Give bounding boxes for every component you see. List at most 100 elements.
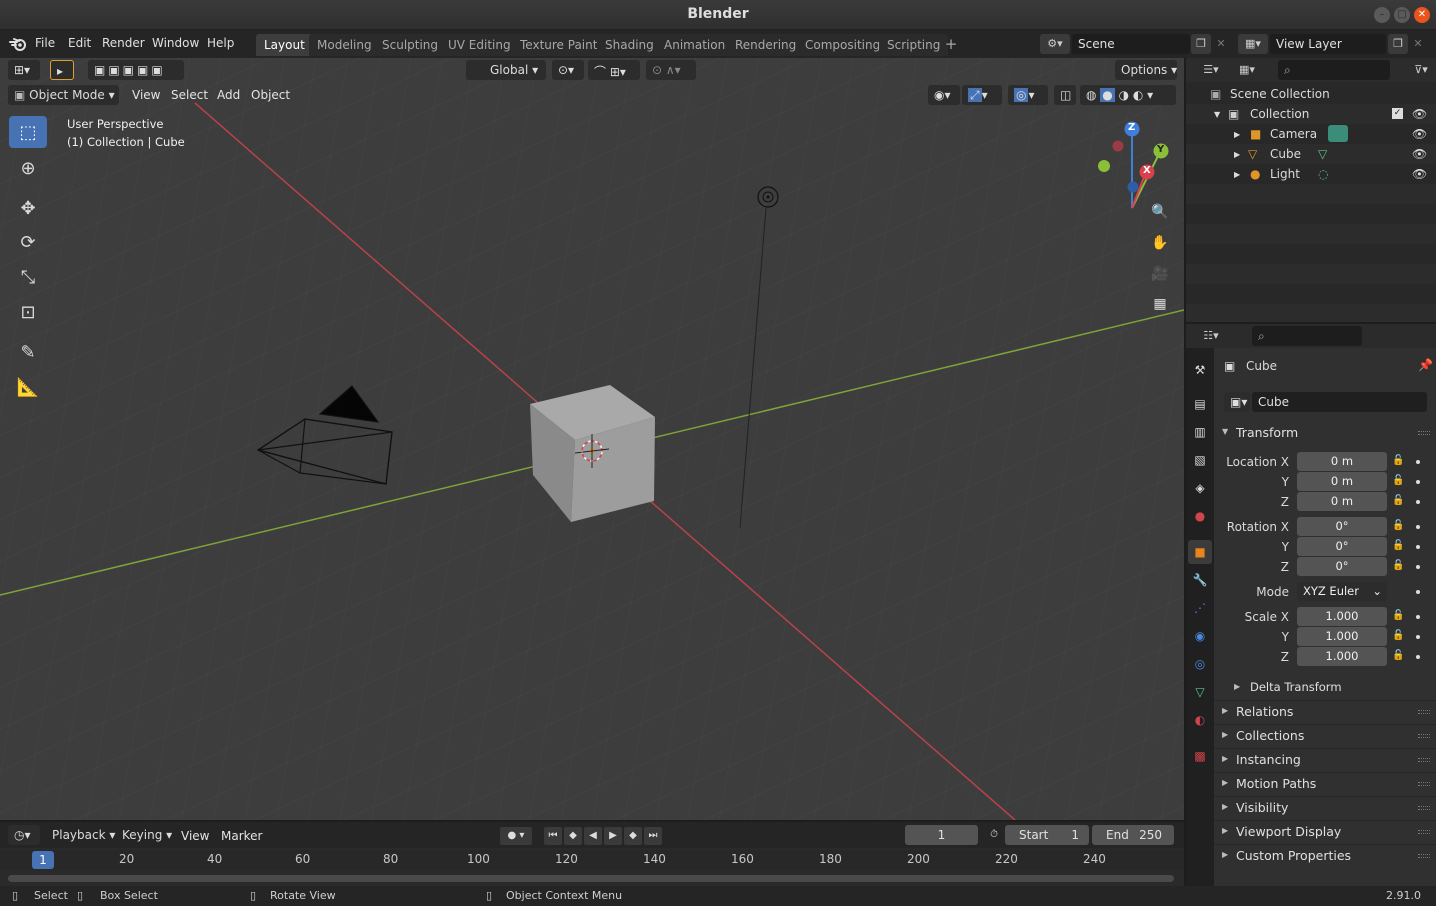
delete-view-layer-icon[interactable]: ✕ (1408, 34, 1428, 54)
viewport-canvas[interactable] (0, 58, 1184, 820)
display-mode-icon[interactable]: ▦▾ (1232, 60, 1262, 80)
start-frame-field[interactable]: Start 1 (1005, 825, 1089, 845)
physics-tab-icon[interactable]: ◉ (1188, 624, 1212, 648)
delta-transform-subpanel[interactable]: ▶ Delta Transform (1214, 677, 1436, 699)
eye-icon[interactable]: 👁 (1412, 147, 1427, 161)
expand-arrow-icon[interactable]: ▶ (1234, 170, 1240, 179)
menu-file[interactable]: File (35, 36, 55, 50)
tab-shading[interactable]: Shading (597, 34, 662, 56)
measure-tool-icon[interactable]: 📐 (9, 371, 47, 403)
timeline-editor-type-icon[interactable]: ◷▾ (8, 825, 40, 845)
particles-tab-icon[interactable]: ⋰ (1188, 596, 1212, 620)
location-z-field[interactable]: 0 m (1297, 492, 1387, 511)
material-tab-icon[interactable]: ◐ (1188, 708, 1212, 732)
pivot-point-icon[interactable]: ⊙▾ (552, 60, 584, 80)
delete-scene-icon[interactable]: ✕ (1211, 34, 1231, 54)
relations-panel-header[interactable]: ▶ Relations (1214, 700, 1436, 722)
snapping-icon[interactable]: ⌒ ⊞▾ (588, 60, 640, 80)
scene-tab-icon[interactable]: ◈ (1188, 476, 1212, 500)
view-layer-selector-icon[interactable]: ▦▾ (1238, 34, 1268, 54)
move-tool-icon[interactable]: ✥ (9, 192, 47, 224)
overlays-toggle-icon[interactable]: ◎ ▾ (1008, 85, 1048, 105)
outliner-search-input[interactable]: ⌕ (1278, 60, 1390, 80)
tool-tab-icon[interactable]: ⚒ (1188, 358, 1212, 382)
drag-handle-icon[interactable] (1418, 782, 1430, 786)
mode-dropdown[interactable]: ▣ Object Mode ▾ (8, 85, 119, 105)
output-tab-icon[interactable]: ▥ (1188, 420, 1212, 444)
motion-paths-panel-header[interactable]: ▶ Motion Paths (1214, 772, 1436, 794)
location-y-field[interactable]: 0 m (1297, 472, 1387, 491)
properties-editor-type-icon[interactable]: ☷▾ (1196, 326, 1226, 346)
menu-select[interactable]: Select (171, 88, 208, 102)
outliner-scene-collection[interactable]: ▣ Scene Collection (1186, 84, 1436, 104)
blender-logo-icon[interactable] (9, 36, 27, 52)
scene-name-field[interactable]: Scene (1072, 34, 1190, 54)
keyframe-dot[interactable] (1416, 460, 1420, 464)
playhead-frame[interactable]: 1 (32, 851, 54, 869)
keyframe-dot[interactable] (1416, 655, 1420, 659)
shading-modes-icon[interactable]: ◍ ● ◑ ◐ ▾ (1080, 85, 1176, 105)
properties-search-input[interactable]: ⌕ (1252, 326, 1362, 346)
outliner-item-cube[interactable]: ▶ ▽ Cube ▽ 👁 (1186, 144, 1436, 164)
outliner-collection[interactable]: ▼ ▣ Collection ✓ 👁 (1186, 104, 1436, 124)
select-box-tool-icon[interactable]: ⬚ (9, 116, 47, 148)
view-layer-field[interactable]: View Layer (1270, 34, 1386, 54)
outliner-item-camera[interactable]: ▶ ■ Camera 👁 (1186, 124, 1436, 144)
eye-icon[interactable]: 👁 (1412, 167, 1427, 181)
render-tab-icon[interactable]: ▤ (1188, 392, 1212, 416)
minimize-button[interactable]: – (1374, 7, 1390, 23)
lock-icon[interactable]: 🔓 (1392, 650, 1406, 663)
tab-animation[interactable]: Animation (656, 34, 734, 56)
stopwatch-icon[interactable]: ⏱ (985, 826, 1003, 844)
pan-hand-icon[interactable]: ✋ (1147, 230, 1173, 256)
scene-selector-icon[interactable]: ⚙▾ (1040, 34, 1070, 54)
add-workspace-button[interactable]: + (942, 36, 960, 52)
menu-object[interactable]: Object (251, 88, 290, 102)
tab-uv-editing[interactable]: UV Editing (440, 34, 519, 56)
outliner-editor-type-icon[interactable]: ☰▾ (1196, 60, 1226, 80)
texture-tab-icon[interactable]: ▩ (1188, 744, 1212, 768)
filter-icon[interactable]: ⊽▾ (1408, 60, 1434, 80)
drag-handle-icon[interactable] (1418, 758, 1430, 762)
drag-handle-icon[interactable] (1418, 830, 1430, 834)
transform-panel-header[interactable]: ▼ Transform (1214, 422, 1436, 444)
data-tab-icon[interactable]: ▽ (1188, 680, 1212, 704)
tab-modeling[interactable]: Modeling (309, 34, 380, 56)
keyframe-dot[interactable] (1416, 525, 1420, 529)
expand-arrow-icon[interactable]: ▶ (1234, 130, 1240, 139)
menu-window[interactable]: Window (152, 36, 199, 50)
annotate-tool-icon[interactable]: ✎ (9, 336, 47, 368)
scale-tool-icon[interactable]: ⤡ (9, 261, 47, 293)
playback-dropdown[interactable]: Playback ▾ (46, 825, 115, 845)
keyframe-dot[interactable] (1416, 545, 1420, 549)
collections-panel-header[interactable]: ▶ Collections (1214, 724, 1436, 746)
eye-icon[interactable]: 👁 (1412, 107, 1427, 121)
options-label[interactable]: Options (1121, 63, 1167, 77)
play-icon[interactable]: ▶ (604, 827, 622, 845)
menu-add[interactable]: Add (217, 88, 240, 102)
keyframe-dot[interactable] (1416, 590, 1420, 594)
3d-viewport[interactable]: Z Y X ⊞▾ ▸ ▣▣▣▣▣ Global ▾ ⊙▾ ⌒ ⊞▾ ⊙ ∧▾ O… (0, 58, 1184, 820)
exclude-checkbox[interactable]: ✓ (1392, 108, 1403, 119)
rotation-y-field[interactable]: 0° (1297, 537, 1387, 556)
instancing-panel-header[interactable]: ▶ Instancing (1214, 748, 1436, 770)
camera-data-icon[interactable] (1328, 125, 1348, 142)
select-tool-icon[interactable]: ▸ (50, 60, 74, 80)
expand-arrow-icon[interactable]: ▼ (1214, 110, 1220, 119)
tab-layout[interactable]: Layout (256, 34, 313, 56)
eye-icon[interactable]: 👁 (1412, 127, 1427, 141)
menu-edit[interactable]: Edit (68, 36, 91, 50)
gizmo-x-label[interactable]: X (1143, 165, 1151, 176)
lock-icon[interactable]: 🔓 (1392, 630, 1406, 643)
tab-scripting[interactable]: Scripting (879, 34, 949, 56)
scale-y-field[interactable]: 1.000 (1297, 627, 1387, 646)
keying-dropdown[interactable]: Keying ▾ (116, 825, 174, 845)
gizmo-toggle-icon[interactable]: ⤢ ▾ (962, 85, 1002, 105)
lock-icon[interactable]: 🔓 (1392, 540, 1406, 553)
gizmo-z-label[interactable]: Z (1128, 122, 1135, 133)
menu-help[interactable]: Help (207, 36, 234, 50)
keyframe-dot[interactable] (1416, 565, 1420, 569)
expand-arrow-icon[interactable]: ▶ (1234, 150, 1240, 159)
rotate-tool-icon[interactable]: ⟳ (9, 226, 47, 258)
jump-start-icon[interactable]: ⏮ (544, 827, 562, 845)
